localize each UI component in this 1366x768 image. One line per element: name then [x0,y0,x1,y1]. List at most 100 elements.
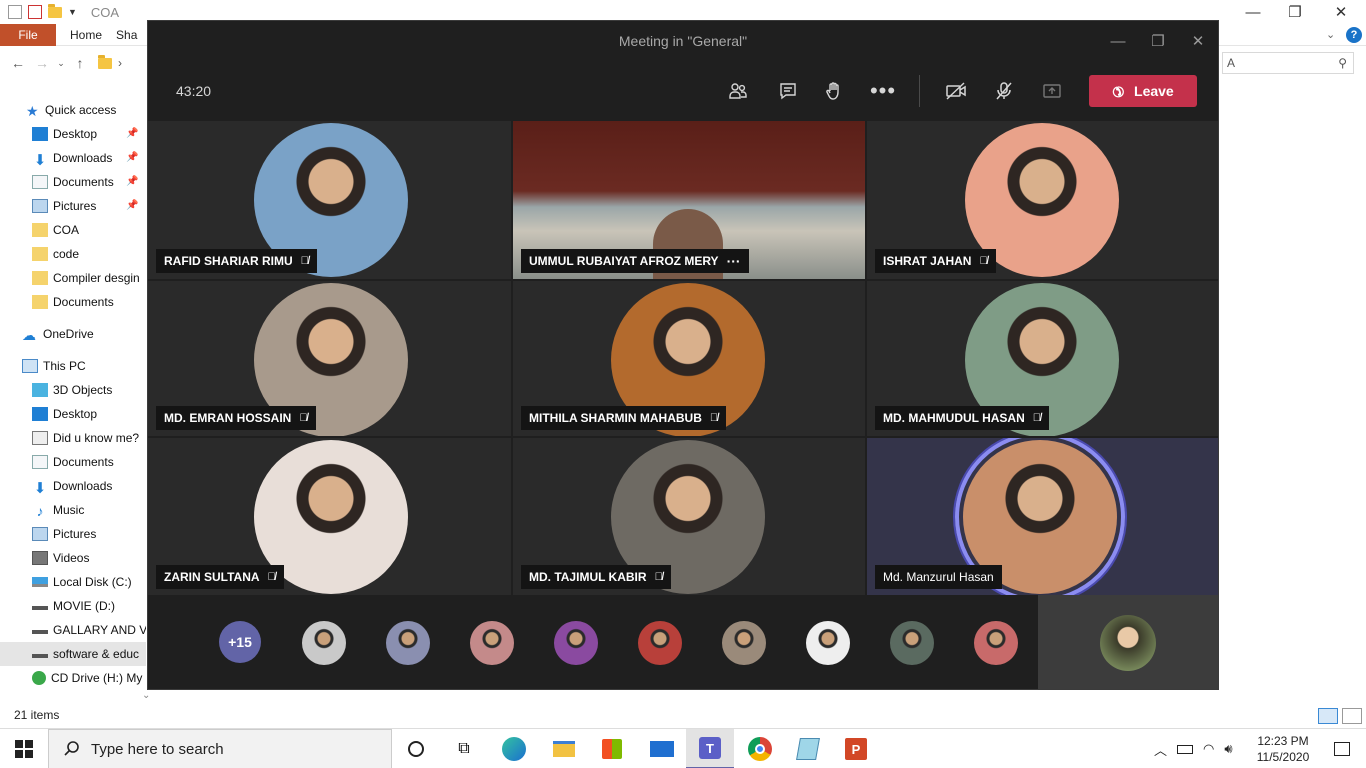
explorer-close-button[interactable]: ✕ [1318,0,1364,24]
battery-icon[interactable] [1177,744,1194,754]
mail-button[interactable] [638,729,686,768]
pin-icon[interactable]: 📌 [126,200,138,211]
pin-icon[interactable]: 📌 [126,152,138,163]
mini-participant-avatar[interactable] [638,621,682,665]
up-arrow-icon[interactable]: ↑ [68,55,92,71]
nav-item-pc-desktop[interactable]: Desktop [32,402,97,426]
teams-minimize-button[interactable]: — [1098,21,1138,61]
nav-item-videos[interactable]: Videos [32,546,89,570]
details-view-icon[interactable] [1318,708,1338,724]
nav-item-downloads[interactable]: ⬇ Downloads [32,146,113,170]
raise-hand-button[interactable] [818,75,850,107]
teams-maximize-button[interactable]: ❐ [1138,21,1178,61]
show-hidden-icons-icon[interactable]: ︿ [1154,740,1167,759]
nav-item-documents-2[interactable]: Documents [32,290,114,314]
nav-item-movie-d[interactable]: MOVIE (D:) [32,594,115,618]
nav-item-software[interactable]: software & educ [0,642,146,666]
nav-quick-access[interactable]: ★ Quick access [26,98,116,122]
notifications-button[interactable] [1318,729,1366,768]
start-button[interactable] [0,729,48,768]
participant-more-icon[interactable]: ··· [727,253,741,269]
scroll-down-icon[interactable]: ⌄ [142,690,150,701]
ribbon-tab-home[interactable]: Home [56,28,116,42]
task-view-button[interactable]: ⧉ [440,729,488,768]
participant-tile[interactable]: MD. MAHMUDUL HASAN 🎙̸ [867,281,1218,436]
volume-icon[interactable]: 🔊︎ [1224,741,1232,757]
forward-arrow-icon[interactable]: → [30,55,54,71]
edge-button[interactable] [490,729,538,768]
nav-item-3d-objects[interactable]: 3D Objects [32,378,112,402]
nav-item-pc-pictures[interactable]: Pictures [32,522,96,546]
taskbar-search-box[interactable]: Type here to search [48,729,392,768]
ribbon-tab-file[interactable]: File [0,23,56,46]
taskbar-clock[interactable]: 12:23 PM 11/5/2020 [1252,733,1314,765]
participants-button[interactable] [722,75,754,107]
mini-participant-avatar[interactable] [302,621,346,665]
mini-participant-avatar[interactable] [722,621,766,665]
nav-this-pc[interactable]: This PC [22,354,86,378]
nav-item-compiler[interactable]: Compiler desgin [32,266,140,290]
teams-taskbar-button[interactable]: T [686,729,734,768]
powerpoint-button[interactable]: P [832,729,880,768]
more-actions-button[interactable]: ••• [867,75,899,107]
nav-item-gallary[interactable]: GALLARY AND V [32,618,146,642]
camera-toggle-button[interactable] [940,75,972,107]
nav-item-local-disk-c[interactable]: Local Disk (C:) [32,570,132,594]
nav-item-documents[interactable]: Documents [32,170,114,194]
nav-item-did-u-know[interactable]: Did u know me? [32,426,139,450]
tiles-view-icon[interactable] [1342,708,1362,724]
self-preview-tile[interactable] [1038,595,1218,689]
nav-item-cd-drive[interactable]: CD Drive (H:) My [32,666,142,690]
chrome-button[interactable] [736,729,784,768]
participant-tile[interactable]: ISHRAT JAHAN 🎙̸ [867,121,1218,279]
customize-toolbar-icon[interactable]: ▼ [68,7,77,17]
new-folder-icon[interactable] [48,3,62,18]
folder-icon [32,271,48,285]
mini-participant-avatar[interactable] [974,621,1018,665]
nav-item-pictures[interactable]: Pictures [32,194,96,218]
pin-icon[interactable]: 📌 [126,128,138,139]
mini-participant-avatar[interactable] [554,621,598,665]
help-icon[interactable]: ? [1346,27,1362,43]
participant-tile[interactable]: MD. EMRAN HOSSAIN 🎙̸ [148,281,511,436]
explorer-minimize-button[interactable]: — [1230,0,1276,24]
checklist-icon[interactable] [28,5,42,19]
nav-item-desktop[interactable]: Desktop [32,122,97,146]
nav-item-music[interactable]: ♪ Music [32,498,85,522]
ribbon-expand-icon[interactable]: ⌄ [1326,28,1335,41]
nav-item-coa[interactable]: COA [32,218,79,242]
more-participants-button[interactable]: +15 [219,621,261,663]
teams-close-button[interactable]: ✕ [1178,21,1218,61]
participant-tile[interactable]: MITHILA SHARMIN MAHABUB 🎙̸ [513,281,865,436]
properties-icon[interactable] [8,5,22,19]
mini-participant-avatar[interactable] [386,621,430,665]
active-speaker-tile[interactable]: Md. Manzurul Hasan [867,438,1218,595]
mini-participant-avatar[interactable] [470,621,514,665]
mic-toggle-button[interactable] [988,75,1020,107]
notepad-button[interactable] [784,729,832,768]
pin-icon[interactable]: 📌 [126,176,138,187]
leave-button[interactable]: ✆ Leave [1089,75,1197,107]
nav-item-pc-documents[interactable]: Documents [32,450,114,474]
path-chevron-icon[interactable]: › [118,56,122,70]
participant-tile[interactable]: MD. TAJIMUL KABIR 🎙̸ [513,438,865,595]
chat-button[interactable] [772,75,804,107]
cortana-button[interactable] [392,729,440,768]
back-arrow-icon[interactable]: ← [6,55,30,71]
file-explorer-button[interactable] [540,729,588,768]
nav-item-pc-downloads[interactable]: ⬇ Downloads [32,474,113,498]
explorer-maximize-button[interactable]: ❐ [1272,0,1318,24]
participant-video-tile[interactable]: UMMUL RUBAIYAT AFROZ MERY ··· [513,121,865,279]
store-button[interactable] [588,729,636,768]
nav-onedrive[interactable]: ☁ OneDrive [22,322,94,346]
recent-locations-icon[interactable]: ⌄ [54,58,68,69]
explorer-search-box[interactable]: A ⚲ [1222,52,1354,74]
notification-icon [1334,742,1350,756]
mini-participant-avatar[interactable] [806,621,850,665]
mini-participant-avatar[interactable] [890,621,934,665]
nav-item-code[interactable]: code [32,242,79,266]
participant-tile[interactable]: RAFID SHARIAR RIMU 🎙̸ [148,121,511,279]
share-screen-button[interactable] [1036,75,1068,107]
wifi-icon[interactable]: ◠ [1203,741,1214,757]
participant-tile[interactable]: ZARIN SULTANA 🎙̸ [148,438,511,595]
